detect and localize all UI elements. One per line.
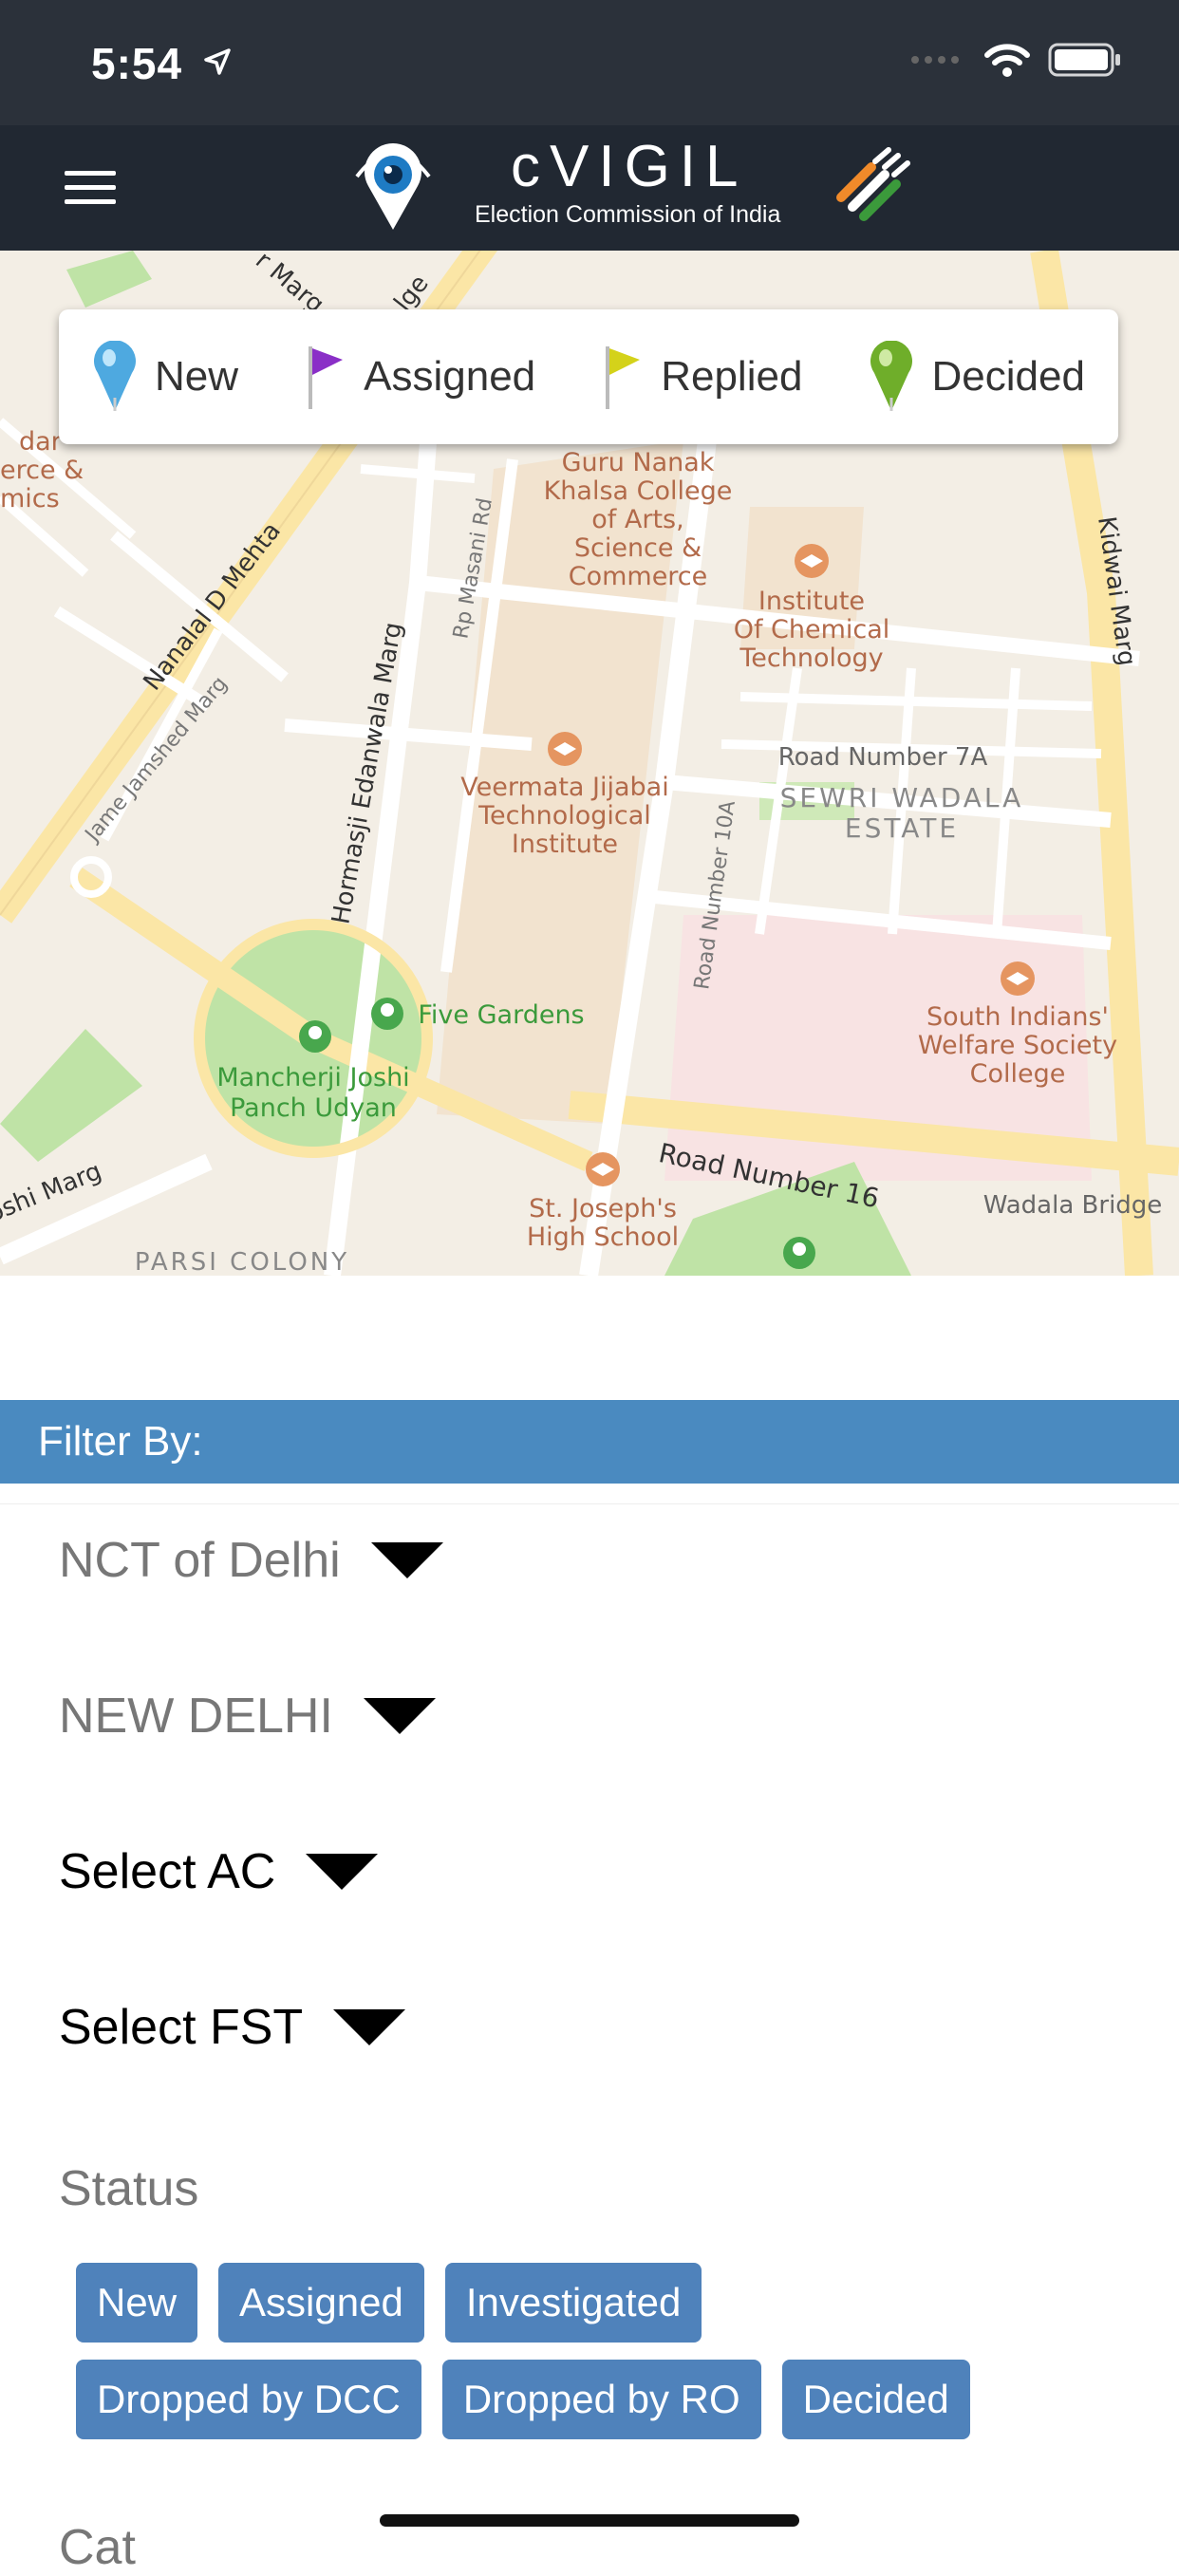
legend-label-replied: Replied bbox=[661, 353, 803, 400]
map-label: PARSI COLONY bbox=[135, 1248, 349, 1276]
legend-item-decided: Decided bbox=[869, 341, 1085, 413]
map-label: SEWRI WADALA bbox=[780, 782, 1024, 813]
map-label: College bbox=[970, 1059, 1066, 1089]
chevron-down-icon bbox=[370, 1542, 443, 1578]
map-label: Technology bbox=[739, 644, 883, 673]
map-label: High School bbox=[527, 1223, 679, 1252]
legend-item-replied: Replied bbox=[602, 343, 802, 411]
state-dropdown[interactable]: NCT of Delhi bbox=[59, 1532, 443, 1589]
chevron-down-icon bbox=[363, 1698, 436, 1734]
map-label: of Arts, bbox=[591, 505, 683, 534]
wifi-icon bbox=[984, 44, 1030, 77]
map-label: Science & bbox=[574, 533, 702, 563]
map-label: Technological bbox=[477, 801, 651, 831]
park-icon bbox=[299, 1020, 331, 1053]
map-label: Mancherji Joshi bbox=[216, 1063, 409, 1092]
status-chip-assigned[interactable]: Assigned bbox=[218, 2263, 424, 2343]
legend-item-new: New bbox=[92, 341, 238, 413]
map-label: Five Gardens bbox=[418, 1000, 584, 1030]
yellow-flag-icon bbox=[606, 346, 641, 409]
map-label: ESTATE bbox=[845, 812, 959, 844]
state-dropdown-value: NCT of Delhi bbox=[59, 1533, 341, 1588]
purple-flag-icon bbox=[309, 346, 344, 409]
status-chips: New Assigned Investigated Dropped by DCC… bbox=[76, 2263, 1139, 2456]
status-time: 5:54 bbox=[91, 39, 183, 88]
status-chip-dropped-dcc[interactable]: Dropped by DCC bbox=[76, 2360, 421, 2439]
map-label: Veermata Jijabai bbox=[460, 773, 668, 802]
app-title: cVIGIL bbox=[511, 134, 748, 199]
home-indicator[interactable] bbox=[380, 2514, 799, 2527]
legend-label-assigned: Assigned bbox=[364, 353, 536, 400]
menu-icon[interactable] bbox=[65, 171, 116, 205]
status-bar: 5:54 bbox=[0, 0, 1179, 125]
map-label: dar bbox=[19, 427, 63, 457]
school-icon bbox=[586, 1152, 620, 1186]
park-icon bbox=[783, 1237, 815, 1269]
map-label: erce & bbox=[0, 456, 84, 485]
map-label: Of Chemical bbox=[734, 615, 890, 644]
map-legend: New Assigned Replied Decided bbox=[59, 309, 1118, 444]
filter-header: Filter By: bbox=[0, 1400, 1179, 1484]
divider bbox=[0, 1503, 1179, 1504]
map-label: Wadala Bridge bbox=[983, 1191, 1163, 1220]
status-chip-dropped-ro[interactable]: Dropped by RO bbox=[441, 2360, 761, 2439]
chevron-down-icon bbox=[333, 2009, 406, 2045]
status-chip-new[interactable]: New bbox=[76, 2263, 198, 2343]
blue-pin-icon bbox=[94, 341, 136, 411]
map-label: Institute bbox=[758, 587, 865, 616]
map-label: mics bbox=[0, 484, 60, 513]
status-chip-investigated[interactable]: Investigated bbox=[444, 2263, 702, 2343]
district-dropdown-value: NEW DELHI bbox=[59, 1689, 333, 1744]
map-label: St. Joseph's bbox=[529, 1194, 677, 1223]
school-icon bbox=[548, 732, 582, 766]
map-label: Guru Nanak bbox=[562, 448, 715, 477]
chevron-down-icon bbox=[306, 1854, 379, 1890]
map-label: Road Number 7A bbox=[778, 743, 988, 772]
map-label: Institute bbox=[512, 830, 618, 859]
map-label: Panch Udyan bbox=[230, 1093, 397, 1123]
district-dropdown[interactable]: NEW DELHI bbox=[59, 1688, 436, 1745]
signal-icon bbox=[911, 56, 959, 64]
map-label: South Indians' bbox=[926, 1002, 1109, 1032]
cvigil-eye-pin-icon bbox=[355, 143, 431, 230]
fst-dropdown-value: Select FST bbox=[59, 2000, 304, 2055]
school-icon bbox=[795, 544, 829, 578]
map-label: Welfare Society bbox=[918, 1031, 1117, 1060]
map-label: Commerce bbox=[569, 562, 708, 591]
app-subtitle: Election Commission of India bbox=[475, 201, 781, 228]
legend-label-decided: Decided bbox=[931, 353, 1085, 400]
status-chip-decided[interactable]: Decided bbox=[781, 2360, 970, 2439]
ac-dropdown-value: Select AC bbox=[59, 1844, 276, 1899]
legend-label-new: New bbox=[155, 353, 239, 400]
voting-hand-icon bbox=[836, 147, 910, 221]
school-icon bbox=[1001, 961, 1035, 996]
green-pin-icon bbox=[870, 341, 913, 411]
park-icon bbox=[371, 998, 403, 1030]
legend-item-assigned: Assigned bbox=[305, 343, 535, 411]
battery-icon bbox=[1048, 43, 1120, 77]
category-label-partial: Cat bbox=[59, 2520, 136, 2575]
status-label: Status bbox=[59, 2161, 199, 2216]
location-arrow-icon bbox=[204, 48, 231, 75]
ac-dropdown[interactable]: Select AC bbox=[59, 1843, 379, 1900]
fst-dropdown[interactable]: Select FST bbox=[59, 1999, 406, 2056]
map-label: Khalsa College bbox=[544, 476, 733, 506]
